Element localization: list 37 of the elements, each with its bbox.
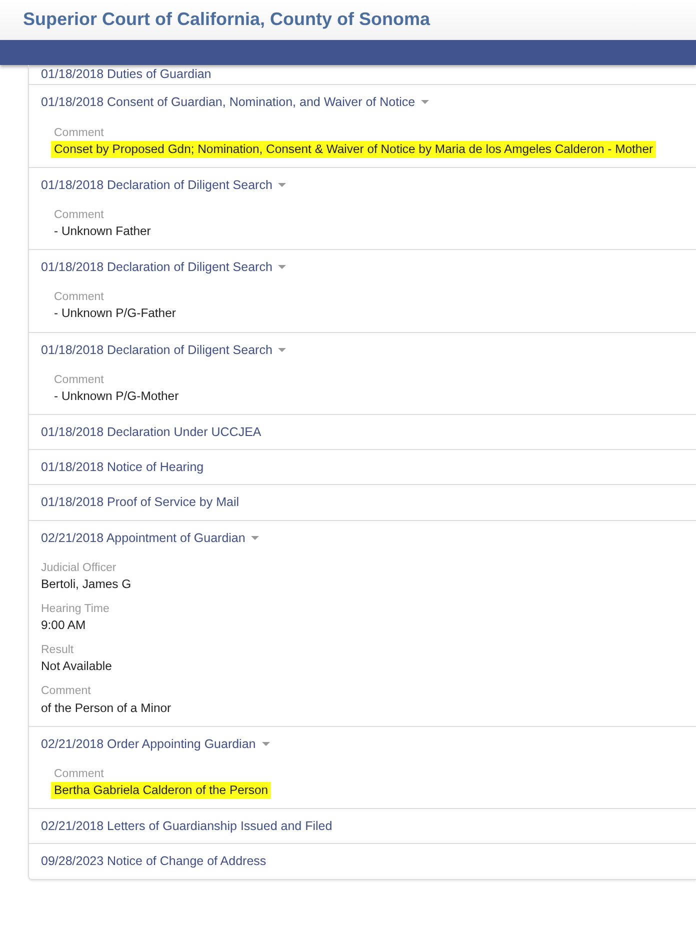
field-value: - Unknown Father (54, 223, 151, 240)
event-link[interactable]: 01/18/2018 Proof of Service by Mail (41, 494, 240, 511)
caret-icon[interactable] (278, 265, 286, 270)
field-value: of the Person of a Minor (41, 700, 172, 717)
field-label: Comment (41, 684, 92, 700)
event-link[interactable]: 02/21/2018 Order Appointing Guardian (41, 736, 256, 752)
event-link[interactable]: 01/18/2018 Notice of Hearing (41, 459, 204, 476)
field-label: Hearing Time (41, 602, 110, 618)
event-link[interactable]: 01/18/2018 Consent of Guardian, Nomination, and Waiver of Notice (41, 94, 416, 110)
highlighted-value: Bertha Gabriela Calderon of the Person (51, 782, 272, 800)
field-value: Bertoli, James G (41, 576, 132, 594)
caret-icon[interactable] (278, 182, 286, 187)
field-label: Judicial Officer (41, 560, 118, 576)
event-link[interactable]: 01/18/2018 Declaration Under UCCJEA (41, 424, 262, 440)
field-label: Comment (54, 766, 105, 782)
event-link[interactable]: 02/21/2018 Appointment of Guardian (41, 530, 246, 546)
field-value: - Unknown P/G-Father (54, 305, 176, 322)
event-link[interactable]: 09/28/2023 Notice of Change of Address (41, 853, 266, 870)
event-link[interactable]: 01/18/2018 Duties of Guardian (41, 66, 212, 82)
field-label: Comment (54, 208, 105, 223)
highlighted-value: Conset by Proposed Gdn; Nomination, Consent & Waiver of Notice by Maria de los Amgeles Calderon - Mother (51, 140, 656, 158)
caret-icon[interactable] (251, 536, 260, 540)
event-link[interactable]: 01/18/2018 Declaration of Diligent Search (41, 259, 272, 276)
event-link[interactable]: 01/18/2018 Declaration of Diligent Search (41, 342, 272, 358)
court-title: Superior Court of California, County of Sonoma (23, 8, 430, 32)
event-link[interactable]: 02/21/2018 Letters of Guardianship Issued and Filed (41, 818, 332, 834)
field-label: Result (41, 643, 75, 658)
caret-icon[interactable] (421, 100, 430, 104)
field-value: 9:00 AM (41, 617, 86, 634)
field-label: Comment (54, 126, 105, 140)
field-label: Comment (54, 372, 105, 388)
event-link[interactable]: 01/18/2018 Declaration of Diligent Search (41, 176, 272, 193)
field-label: Comment (54, 290, 105, 306)
caret-icon[interactable] (278, 348, 286, 352)
field-value: - Unknown P/G-Mother (54, 388, 179, 405)
caret-icon[interactable] (262, 742, 270, 746)
field-value: Not Available (41, 658, 112, 676)
